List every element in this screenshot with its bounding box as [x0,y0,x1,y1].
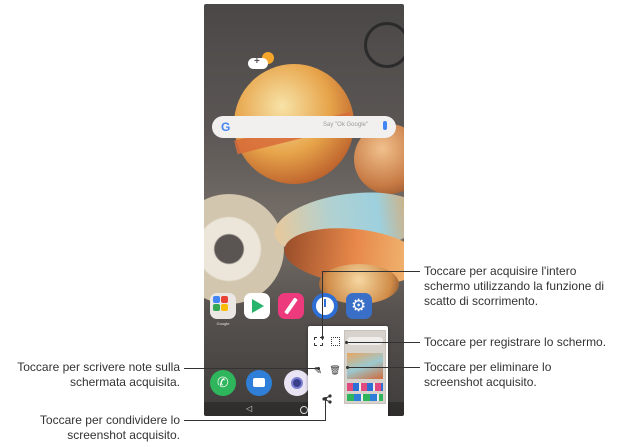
thumb-wallpaper [347,353,383,379]
wallpaper-decoration [364,22,404,68]
folder-app-icon [213,304,220,311]
google-search-bar[interactable]: G Say "Ok Google" [212,116,396,138]
thumb-search-bar [347,337,383,345]
leader-line [325,398,326,421]
thumb-dock-row [347,394,383,401]
leader-line [322,271,323,337]
callout-scroll-capture: Toccare per acquisire l'intero schermo u… [424,264,605,308]
leader-dot [317,367,320,370]
callout-delete: Toccare per eliminare lo screenshot acqu… [424,360,552,389]
app-settings[interactable]: ⚙ [346,293,372,319]
dock-messages[interactable] [246,370,272,396]
weather-widget[interactable]: + [248,52,274,72]
delete-button[interactable]: 🗑 [328,364,342,378]
app-clock[interactable] [312,293,338,319]
thumb-apps-row [347,383,383,391]
wallpaper-decoration [204,194,284,304]
leader-line [346,342,420,343]
callout-share: Toccare per condividere lo screenshot ac… [39,413,180,442]
callout-write: Toccare per scrivere note sulla schermat… [17,360,180,389]
screenshot-popup: ✎ 🗑 [308,326,388,416]
add-icon: + [254,56,260,67]
dock-camera[interactable] [284,370,310,396]
leader-line [322,271,420,272]
app-play-store[interactable] [244,293,270,319]
app-quickmemo[interactable] [278,293,304,319]
leader-line [184,368,318,369]
share-button[interactable] [320,392,334,406]
phone-screenshot: + G Say "Ok Google" Google ⚙ ✆ ◁ ✎ 🗑 [204,4,404,416]
delete-icon: 🗑 [329,366,341,376]
folder-app-icon [221,296,228,303]
folder-app-icon [221,304,228,311]
clock-hand [324,299,326,307]
folder-app-icon [213,296,220,303]
app-google-folder[interactable]: Google [210,293,236,326]
home-icon[interactable] [300,406,308,414]
camera-icon [291,377,303,389]
record-screen-button[interactable] [328,334,342,348]
play-store-icon [252,299,264,313]
leader-dot [345,341,348,344]
pen-icon [284,297,298,315]
google-icon: G [221,120,231,134]
search-hint: Say "Ok Google" [323,122,368,128]
phone-icon: ✆ [217,374,229,390]
message-icon [253,378,265,387]
leader-line [184,420,325,421]
app-label: Google [216,321,230,326]
leader-dot [321,336,324,339]
dock-phone[interactable]: ✆ [210,370,236,396]
gear-icon: ⚙ [351,296,367,315]
back-icon[interactable]: ◁ [246,404,252,413]
leader-dot [346,366,349,369]
record-screen-icon [330,336,340,346]
leader-dot [324,397,327,400]
callout-record: Toccare per registrare lo schermo. [424,335,607,349]
mic-icon[interactable] [383,121,387,130]
leader-line [347,367,420,368]
